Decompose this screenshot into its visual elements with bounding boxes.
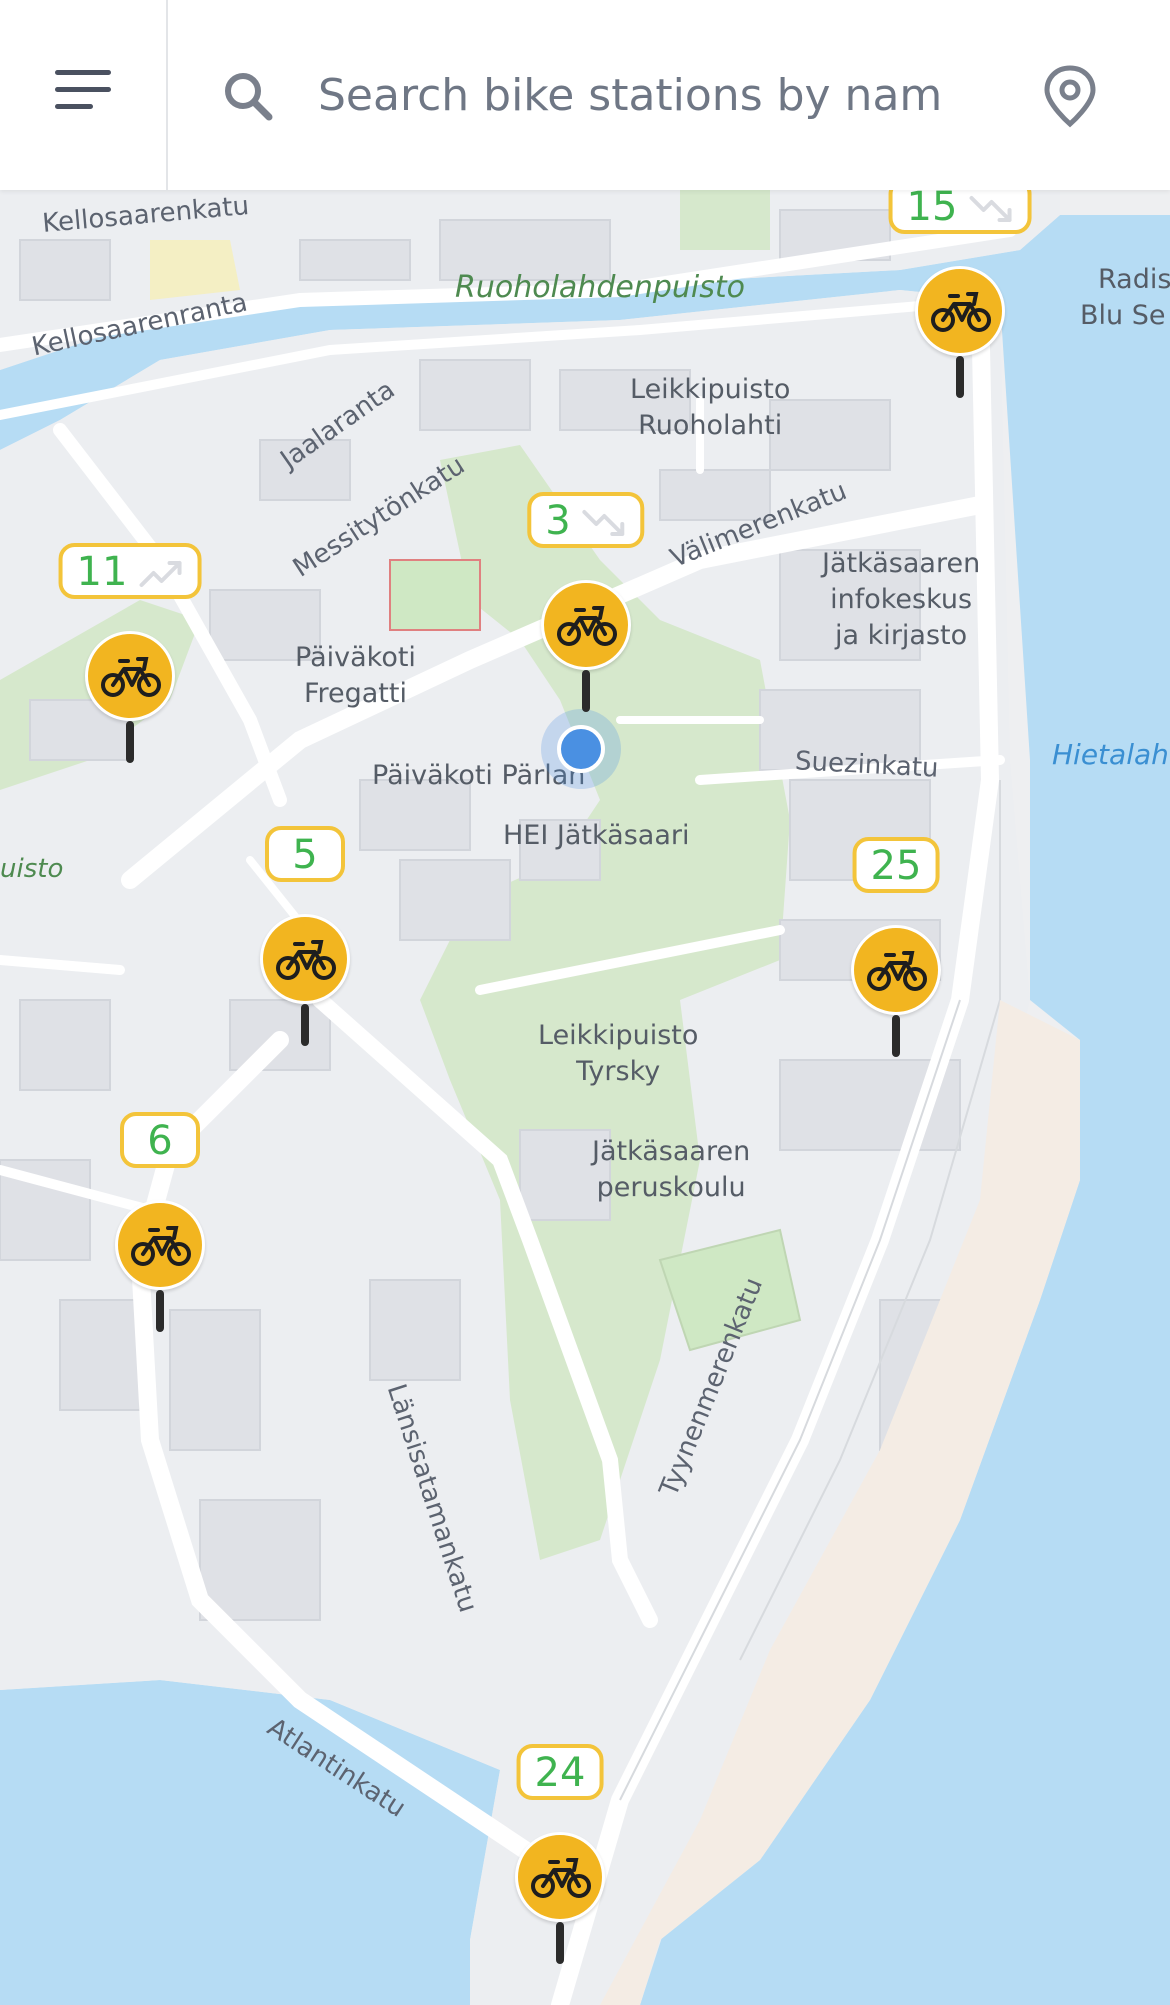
bike-icon (131, 1226, 191, 1266)
marker-stem (556, 1922, 564, 1964)
marker-stem (301, 1004, 309, 1046)
locate-button[interactable] (1040, 64, 1110, 128)
station-count-badge: 5 (265, 826, 345, 882)
available-bikes-count: 25 (870, 843, 922, 889)
marker-stem (156, 1290, 164, 1332)
station-count-badge: 11 (58, 543, 202, 599)
available-bikes-count: 11 (76, 549, 128, 595)
marker-stem (126, 721, 134, 763)
bike-icon (867, 951, 927, 991)
station-marker (541, 580, 631, 670)
station-marker (515, 1832, 605, 1922)
map-view[interactable]: Kellosaarenkatu Kellosaarenranta Ruohola… (0, 190, 1170, 2005)
bike-icon (531, 1858, 591, 1898)
available-bikes-count: 24 (534, 1750, 586, 1796)
marker-stem (956, 356, 964, 398)
top-bar (0, 0, 1170, 190)
search-input[interactable] (318, 56, 940, 134)
bike-station-pin[interactable]: 5 (255, 826, 355, 1056)
park-label: Ruoholahdenpuisto (455, 270, 745, 305)
place-label: Leikkipuisto Ruoholahti (630, 374, 791, 441)
location-pin-icon (1044, 65, 1096, 128)
trend-down-icon (969, 196, 1012, 222)
trend-up-icon (139, 561, 182, 587)
bike-station-pin[interactable]: 25 (846, 837, 946, 1067)
station-marker (115, 1200, 205, 1290)
bike-station-pin[interactable]: 6 (110, 1112, 210, 1342)
station-count-badge: 25 (852, 837, 940, 893)
marker-stem (892, 1015, 900, 1057)
station-marker (260, 914, 350, 1004)
bike-icon (276, 940, 336, 980)
station-marker (851, 925, 941, 1015)
bike-icon (931, 292, 991, 332)
place-label: HEI Jätkäsaari (503, 820, 690, 851)
place-label: Jätkäsaaren infokeskus ja kirjasto (822, 548, 981, 651)
bike-icon (101, 657, 161, 697)
water-label: Hietalah (1052, 738, 1169, 771)
available-bikes-count: 5 (292, 832, 318, 878)
station-count-badge: 24 (516, 1744, 604, 1800)
station-marker (915, 266, 1005, 356)
marker-stem (582, 670, 590, 712)
station-marker (85, 631, 175, 721)
bike-station-pin[interactable]: 15 (888, 190, 1032, 408)
available-bikes-count: 3 (545, 498, 571, 544)
menu-icon (55, 70, 111, 109)
bike-icon (557, 606, 617, 646)
station-count-badge: 3 (527, 492, 645, 548)
place-label: Päiväkoti Fregatti (295, 642, 416, 709)
available-bikes-count: 15 (906, 190, 958, 230)
trend-down-icon (582, 510, 625, 536)
place-label: Blu Se (1080, 300, 1166, 331)
station-count-badge: 6 (120, 1112, 200, 1168)
bike-station-pin[interactable]: 24 (510, 1744, 610, 1974)
station-count-badge: 15 (888, 190, 1032, 234)
map-base (0, 190, 1170, 2005)
place-label: Leikkipuisto Tyrsky (538, 1020, 699, 1087)
available-bikes-count: 6 (147, 1118, 173, 1164)
bike-station-pin[interactable]: 3 (527, 492, 645, 722)
menu-button[interactable] (0, 0, 168, 190)
place-label: Jätkäsaaren peruskoulu (592, 1136, 751, 1203)
place-label: Radis (1098, 264, 1170, 295)
search-icon (225, 73, 273, 121)
park-label: uisto (0, 854, 64, 884)
bike-station-pin[interactable]: 11 (58, 543, 202, 773)
